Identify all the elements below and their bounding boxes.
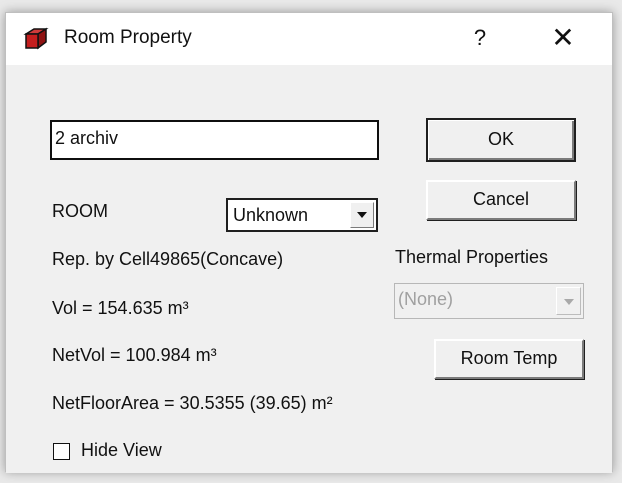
- net-floor-area-text: NetFloorArea = 30.5355 (39.65) m²: [52, 393, 333, 413]
- help-button[interactable]: ?: [466, 22, 494, 54]
- thermal-properties-dropdown-button[interactable]: [556, 287, 581, 315]
- title-bar[interactable]: Room Property ? ✕: [6, 13, 612, 65]
- chevron-down-icon: [564, 299, 574, 305]
- thermal-properties-label: Thermal Properties: [395, 247, 549, 267]
- room-type-dropdown-button[interactable]: [350, 202, 374, 228]
- hide-view-checkbox[interactable]: [53, 443, 70, 460]
- dialog-content: 2 archiv OK Cancel ROOM Unknown Rep. by …: [6, 65, 612, 473]
- net-volume-text: NetVol = 100.984 m³: [52, 345, 217, 365]
- representation-text: Rep. by Cell49865(Concave): [52, 249, 284, 269]
- chevron-down-icon: [357, 212, 367, 218]
- room-temp-button[interactable]: Room Temp: [434, 339, 584, 379]
- room-name-input[interactable]: 2 archiv: [50, 120, 379, 160]
- window-title: Room Property: [64, 27, 192, 48]
- room-type-select[interactable]: Unknown: [226, 198, 378, 232]
- room-cube-icon: [23, 27, 49, 51]
- room-type-selected-value: Unknown: [233, 205, 309, 225]
- close-button[interactable]: ✕: [546, 22, 580, 54]
- volume-text: Vol = 154.635 m³: [52, 298, 189, 318]
- cancel-button[interactable]: Cancel: [426, 180, 576, 220]
- room-property-dialog: Room Property ? ✕ 2 archiv OK Cancel ROO…: [5, 12, 613, 473]
- room-type-label: ROOM: [52, 201, 108, 221]
- thermal-properties-select[interactable]: (None): [394, 283, 584, 319]
- hide-view-label[interactable]: Hide View: [81, 440, 162, 461]
- ok-button[interactable]: OK: [426, 118, 576, 162]
- thermal-properties-selected-value: (None): [398, 289, 454, 309]
